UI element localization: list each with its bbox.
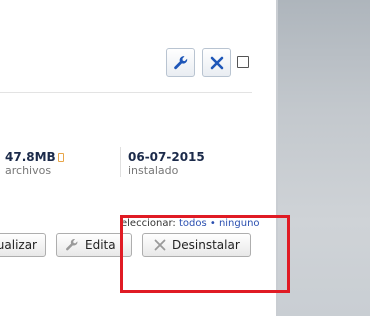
wrench-icon: [173, 55, 187, 69]
size-value: 47.8MB: [5, 150, 56, 164]
file-icon: [57, 153, 64, 162]
update-button[interactable]: ualizar: [0, 233, 46, 257]
installed-label: instalado: [128, 164, 179, 177]
highlight-box: [120, 215, 290, 293]
close-button[interactable]: [202, 48, 231, 77]
stat-divider: [120, 147, 121, 177]
select-checkbox[interactable]: [237, 56, 249, 68]
installed-stat: 06-07-2015 instalado: [128, 150, 205, 178]
size-stat: 47.8MB archivos: [5, 150, 64, 178]
wrench-icon: [66, 238, 78, 251]
side-background: [278, 0, 370, 316]
installed-date: 06-07-2015: [128, 150, 205, 164]
edit-button-label: Edita: [85, 238, 116, 252]
settings-button[interactable]: [166, 48, 195, 77]
update-button-label: ualizar: [0, 238, 37, 252]
size-label: archivos: [5, 164, 52, 177]
divider: [0, 92, 252, 93]
close-icon: [210, 56, 223, 69]
